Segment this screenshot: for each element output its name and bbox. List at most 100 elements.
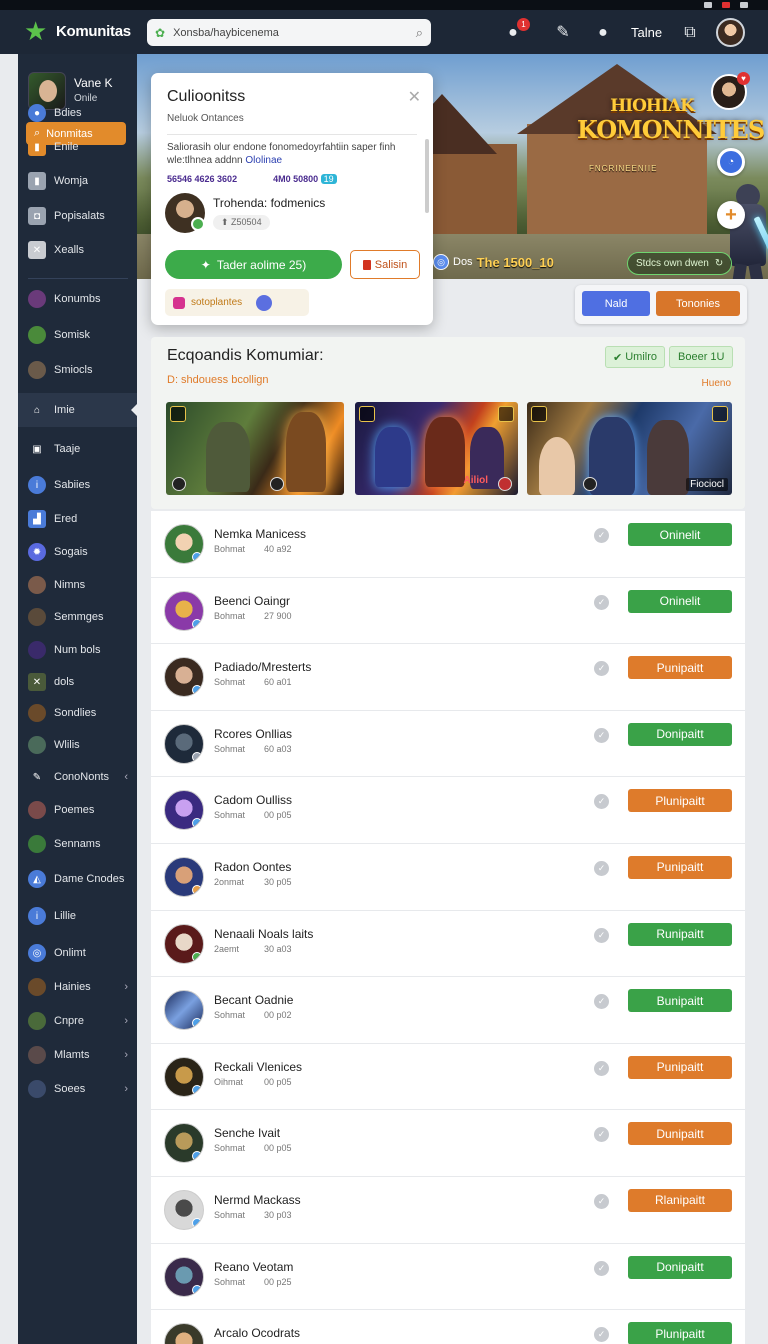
member-action-button[interactable]: Oninelit <box>628 523 732 546</box>
popup-footer[interactable]: sotoplantes <box>165 289 309 316</box>
check-icon[interactable]: ✓ <box>594 1260 609 1276</box>
sidebar-item[interactable]: Sondlies <box>28 701 136 725</box>
secondary-button[interactable]: Salisin <box>350 250 420 279</box>
check-icon[interactable]: ✓ <box>594 661 609 677</box>
member-action-button[interactable]: Punipaitt <box>628 855 732 879</box>
check-icon[interactable]: ✓ <box>594 994 609 1010</box>
game-avatar-icon <box>28 978 46 996</box>
list-item[interactable]: Rcores Onllias Sohmat 60 a03 ✓ Donipaitt <box>151 710 745 778</box>
check-icon[interactable]: ✓ <box>594 794 609 810</box>
sidebar-item[interactable]: Wlilis <box>28 733 136 757</box>
sidebar-item[interactable]: Nimns <box>28 573 136 597</box>
game-thumbnail[interactable]: Fiociocl <box>527 402 732 495</box>
sidebar-item[interactable]: Mlamts › <box>28 1043 136 1067</box>
member-action-button[interactable]: Dunipaitt <box>628 1122 732 1146</box>
list-item[interactable]: Cadom Oulliss Sohmat 00 p05 ✓ Plunipaitt <box>151 777 745 844</box>
list-item[interactable]: Radon Oontes 2onmat 30 p05 ✓ Punipaitt <box>151 843 745 911</box>
nald-button[interactable]: Nald <box>582 291 650 316</box>
check-icon[interactable]: ✓ <box>594 594 609 610</box>
member-action-button[interactable]: Plunipaitt <box>628 1322 732 1344</box>
user-avatar[interactable] <box>716 18 745 47</box>
sidebar-item[interactable]: i Lillie <box>28 904 136 928</box>
app-logo[interactable]: ★ Komunitas <box>24 18 131 44</box>
notifications-button[interactable]: ● 1 <box>502 18 530 44</box>
member-action-button[interactable]: Donipaitt <box>628 1255 732 1279</box>
sidebar-item[interactable]: ◘ Popisalats <box>28 204 136 228</box>
list-item[interactable]: Reano Veotam Sohmat 00 p25 ✓ Donipaitt <box>151 1243 745 1311</box>
sidebar-item[interactable]: ▮ Womja <box>28 169 136 193</box>
list-item[interactable]: Nenaali Noals laits 2aemt 30 a03 ✓ Runipaitt <box>151 910 745 978</box>
hero-status-pill[interactable]: Stdcs own dwen ↻ <box>627 252 733 275</box>
check-icon[interactable]: ✓ <box>594 1127 609 1143</box>
sidebar-item[interactable]: Smiocls <box>28 358 136 382</box>
search-bar[interactable]: ✿ ⌕ <box>147 19 431 46</box>
popup-scrollbar[interactable] <box>425 139 429 213</box>
sidebar-item[interactable]: Konumbs <box>28 287 136 311</box>
list-item[interactable]: Beenci Oaingr Bohmat 27 900 ✓ Oninelit <box>151 577 745 645</box>
check-icon[interactable]: ✓ <box>594 1060 609 1076</box>
check-icon[interactable]: ✓ <box>594 927 609 943</box>
list-item[interactable]: Senche Ivait Sohmat 00 p05 ✓ Dunipaitt <box>151 1110 745 1177</box>
search-input[interactable] <box>173 26 416 39</box>
tononies-button[interactable]: Tononies <box>656 291 740 316</box>
list-item[interactable]: Padiado/Mresterts Sohmat 60 a01 ✓ Punipaitt <box>151 644 745 711</box>
sidebar-item[interactable]: ✕ Xealls <box>28 238 136 262</box>
member-action-button[interactable]: Oninelit <box>628 589 732 613</box>
sidebar-item[interactable]: ● Bdies <box>28 101 136 125</box>
search-icon[interactable]: ⌕ <box>416 25 423 41</box>
user-icon[interactable]: ● <box>592 22 614 44</box>
sidebar-item[interactable]: Poemes <box>28 798 136 822</box>
sidebar-item[interactable]: ▮ Enile <box>28 135 136 159</box>
sidebar-item[interactable]: ⌂ Imie <box>18 393 138 427</box>
sidebar-item[interactable]: ▣ Taaje <box>28 437 136 461</box>
filter-chip-umilro[interactable]: ✔ Umilro <box>605 346 665 368</box>
member-action-button[interactable]: Rlanipaitt <box>628 1188 732 1212</box>
sidebar-item[interactable]: Cnpre › <box>28 1009 136 1033</box>
list-item[interactable]: Nermd Mackass Sohmat 30 p03 ✓ Rlanipaitt <box>151 1176 745 1244</box>
sidebar-item[interactable]: Sennams <box>28 832 136 856</box>
sidebar-item[interactable]: Num bols <box>28 638 136 662</box>
member-action-button[interactable]: Punipaitt <box>628 656 732 680</box>
member-action-button[interactable]: Runipaitt <box>628 922 732 946</box>
primary-join-button[interactable]: ✦ Tader aolime 25) <box>165 250 342 279</box>
sidebar-item[interactable]: ▟ Ered <box>28 507 136 531</box>
plus-icon[interactable]: + <box>717 201 745 229</box>
hero-avatar[interactable]: ♥ <box>711 72 750 110</box>
check-icon[interactable]: ✓ <box>594 860 609 876</box>
popup-member[interactable]: Trohenda: fodmenics ⬆ Z50504 <box>165 193 325 233</box>
game-thumbnail[interactable] <box>166 402 344 495</box>
wrench-icon: ✎ <box>32 771 42 783</box>
list-item[interactable]: Reckali Vlenices Oihmat 00 p05 ✓ Punipaitt <box>151 1043 745 1111</box>
game-thumbnail[interactable]: Ailiol <box>355 402 518 495</box>
member-action-button[interactable]: Punipaitt <box>628 1055 732 1079</box>
sidebar-item[interactable]: Soees › <box>28 1077 136 1101</box>
chevron-right-icon: › <box>124 1049 128 1061</box>
list-item[interactable]: Becant Oadnie Sohmat 00 p02 ✓ Bunipaitt <box>151 977 745 1044</box>
sidebar-item[interactable]: ✕ dols <box>28 670 136 694</box>
list-item[interactable]: Arcalo Ocodrats ✓ Plunipaitt <box>151 1310 745 1344</box>
member-action-button[interactable]: Plunipaitt <box>628 789 732 813</box>
pen-icon[interactable]: ✎ <box>552 22 574 44</box>
sidebar-item[interactable]: ✎ ConoNonts ‹ <box>28 765 136 789</box>
sidebar-item[interactable]: Somisk <box>28 323 136 347</box>
popup-number-1: 56546 4626 3602 <box>167 174 238 184</box>
close-icon[interactable]: ✕ <box>408 87 421 107</box>
member-action-button[interactable]: Bunipaitt <box>628 989 732 1013</box>
check-icon[interactable]: ✓ <box>594 727 609 743</box>
external-link-icon[interactable]: ⧉ <box>679 22 701 44</box>
check-icon[interactable]: ✓ <box>594 1193 609 1209</box>
member-action-button[interactable]: Donipaitt <box>628 722 732 746</box>
featured-more-link[interactable]: Hueno <box>702 378 731 389</box>
sidebar-item[interactable]: ✹ Sogais <box>28 540 136 564</box>
chart-icon[interactable]: ◔ <box>717 148 745 176</box>
list-item[interactable]: Nemka Manicess Bohmat 40 a92 ✓ Oninelit <box>151 511 745 578</box>
sidebar-item[interactable]: Hainies › <box>28 975 136 999</box>
check-icon[interactable]: ✓ <box>594 528 609 543</box>
sidebar-item[interactable]: Semmges <box>28 605 136 629</box>
filter-chip-boeer[interactable]: Boeer 1U <box>669 346 734 368</box>
sidebar-item[interactable]: ◎ Onlimt <box>28 941 136 965</box>
check-icon[interactable]: ✓ <box>594 1327 609 1343</box>
topbar-label[interactable]: Talne <box>631 25 662 40</box>
sidebar-item[interactable]: ◭ Dame Cnodes <box>28 867 136 891</box>
sidebar-item[interactable]: i Sabiies <box>28 473 136 497</box>
